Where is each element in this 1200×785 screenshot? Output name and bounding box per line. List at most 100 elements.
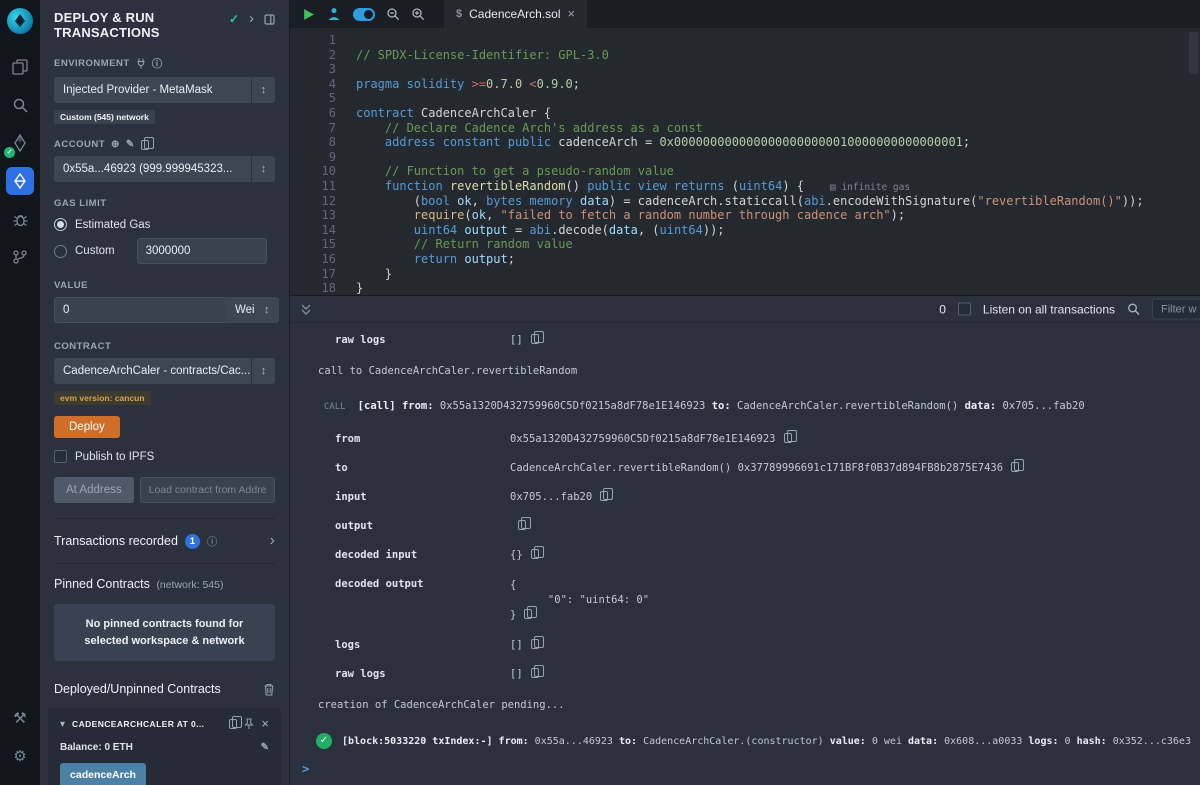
copy-icon[interactable] [229,719,237,729]
terminal-kv-value: 0x55a1320D432759960C5Df0215a8dF78e1E1469… [510,433,792,446]
environment-select[interactable]: Injected Provider - MetaMask ↕ [54,77,275,103]
terminal-prompt[interactable]: > [290,758,1200,785]
editor-scrollbar[interactable] [1189,32,1198,74]
terminal-panel: 0 Listen on all transactions raw logs[]c… [290,295,1200,785]
transactions-count-badge: 1 [185,534,200,549]
remix-ai-icon[interactable] [326,7,342,21]
code-editor[interactable]: 123456789101112131415161718 // SPDX-Lice… [290,28,1200,295]
copy-icon[interactable] [784,433,792,443]
zoom-in-icon[interactable] [411,7,425,21]
copy-icon[interactable] [1011,462,1019,472]
copy-icon[interactable] [531,639,539,649]
editor-gutter: 123456789101112131415161718 [290,33,336,295]
tab-cadencearch[interactable]: $ CadenceArch.sol × [444,0,587,28]
file-explorer-icon[interactable] [6,53,34,81]
estimated-gas-radio[interactable] [54,218,67,231]
trash-icon[interactable] [263,683,275,696]
value-input[interactable] [54,297,225,323]
network-badge: Custom (545) network [54,110,155,124]
close-icon[interactable]: × [261,719,269,729]
copy-icon[interactable] [524,609,532,619]
copy-icon[interactable] [600,491,608,501]
contract-select[interactable]: CadenceArchCaler - contracts/Cac... ↕ [54,358,275,384]
gas-custom-input[interactable] [137,238,267,264]
custom-gas-radio[interactable] [54,245,67,258]
panel-header: DEPLOY & RUN TRANSACTIONS ✓ › [40,0,289,44]
cadencearch-function-button[interactable]: cadenceArch [60,763,146,785]
code-line[interactable] [356,91,1200,106]
chevron-right-icon[interactable]: › [270,532,275,550]
solidity-compiler-icon[interactable]: ✓ [6,129,34,157]
code-line[interactable]: function revertibleRandom() public view … [356,179,1200,194]
code-line[interactable] [356,150,1200,165]
terminal-kv-line: raw logs[] [290,660,1200,689]
search-icon[interactable] [6,91,34,119]
account-select[interactable]: 0x55a...46923 (999.999945323... ↕ [54,156,275,182]
pin-panel-icon[interactable] [264,14,275,25]
code-line[interactable]: } [356,267,1200,282]
terminal-block-line[interactable]: ✓[block:5033220 txIndex:-] from: 0x55a..… [290,721,1200,758]
chevron-right-icon[interactable]: › [249,14,254,24]
info-icon[interactable]: ⓘ [152,56,163,71]
value-label: VALUE [54,280,275,291]
pin-icon[interactable] [244,718,254,730]
terminal-kv-line: raw logs[] [290,326,1200,355]
at-address-input[interactable] [140,477,275,503]
plugin-manager-icon[interactable]: ⚒ [6,704,34,732]
filter-input[interactable] [1152,299,1200,320]
copy-icon[interactable] [531,668,539,678]
gas-limit-label: GAS LIMIT [54,198,275,209]
code-line[interactable]: pragma solidity >=0.7.0 <0.9.0; [356,77,1200,92]
transaction-count: 0 [939,302,946,316]
code-line[interactable]: uint64 output = abi.decode(data, (uint64… [356,223,1200,238]
activity-bar: ✓ ⚒ ⚙ [0,0,40,785]
line-number: 18 [290,281,336,295]
copy-icon[interactable] [531,334,539,344]
edit-icon[interactable]: ✎ [126,139,135,150]
code-line[interactable]: require(ok, "failed to fetch a random nu… [356,208,1200,223]
info-icon[interactable]: ⓘ [207,534,218,549]
code-line[interactable]: address constant public cadenceArch = 0x… [356,135,1200,150]
add-account-icon[interactable]: ⊕ [111,139,120,150]
settings-icon[interactable]: ⚙ [6,742,34,770]
terminal-kv-label: to [335,462,510,475]
line-number: 4 [290,77,336,92]
code-line[interactable]: // SPDX-License-Identifier: GPL-3.0 [356,48,1200,63]
code-line[interactable]: // Return random value [356,237,1200,252]
deploy-button[interactable]: Deploy [54,416,120,438]
remix-logo-icon[interactable] [7,8,33,34]
chevron-down-icon[interactable]: ▾ [60,719,65,730]
close-icon[interactable]: × [568,9,576,19]
copy-icon[interactable] [141,140,149,150]
terminal-kv-label: raw logs [335,668,510,681]
collapse-terminal-icon[interactable] [300,303,312,316]
debugger-icon[interactable] [6,205,34,233]
code-line[interactable] [356,62,1200,77]
publish-ipfs-checkbox[interactable] [54,450,67,463]
code-line[interactable]: // Declare Cadence Arch's address as a c… [356,121,1200,136]
zoom-out-icon[interactable] [386,7,400,21]
code-line[interactable] [356,33,1200,48]
code-line[interactable]: // Function to get a pseudo-random value [356,164,1200,179]
listen-transactions-checkbox[interactable] [958,303,971,316]
unit-select[interactable]: Wei ↕ [225,297,279,323]
git-icon[interactable] [6,243,34,271]
publish-ipfs-label: Publish to IPFS [75,451,154,463]
code-line[interactable]: (bool ok, bytes memory data) = cadenceAr… [356,194,1200,209]
terminal-call-line[interactable]: call[call] from: 0x55a1320D432759960C5Df… [290,387,1200,425]
search-icon[interactable] [1127,303,1140,316]
code-line[interactable]: contract CadenceArchCaler { [356,106,1200,121]
code-line[interactable]: return output; [356,252,1200,267]
copy-icon[interactable] [518,520,526,530]
copy-icon[interactable] [531,549,539,559]
terminal-kv-line: decoded output{ "0": "uint64: 0"} [290,570,1200,631]
plug-icon[interactable] [136,58,146,69]
at-address-button[interactable]: At Address [54,477,134,503]
caret-updown-icon: ↕ [251,77,275,103]
edit-icon[interactable]: ✎ [261,742,269,753]
toggle-icon[interactable] [353,8,375,21]
code-line[interactable]: } [356,281,1200,295]
deploy-run-icon[interactable] [6,167,34,195]
line-number: 10 [290,164,336,179]
run-script-icon[interactable] [302,8,315,21]
